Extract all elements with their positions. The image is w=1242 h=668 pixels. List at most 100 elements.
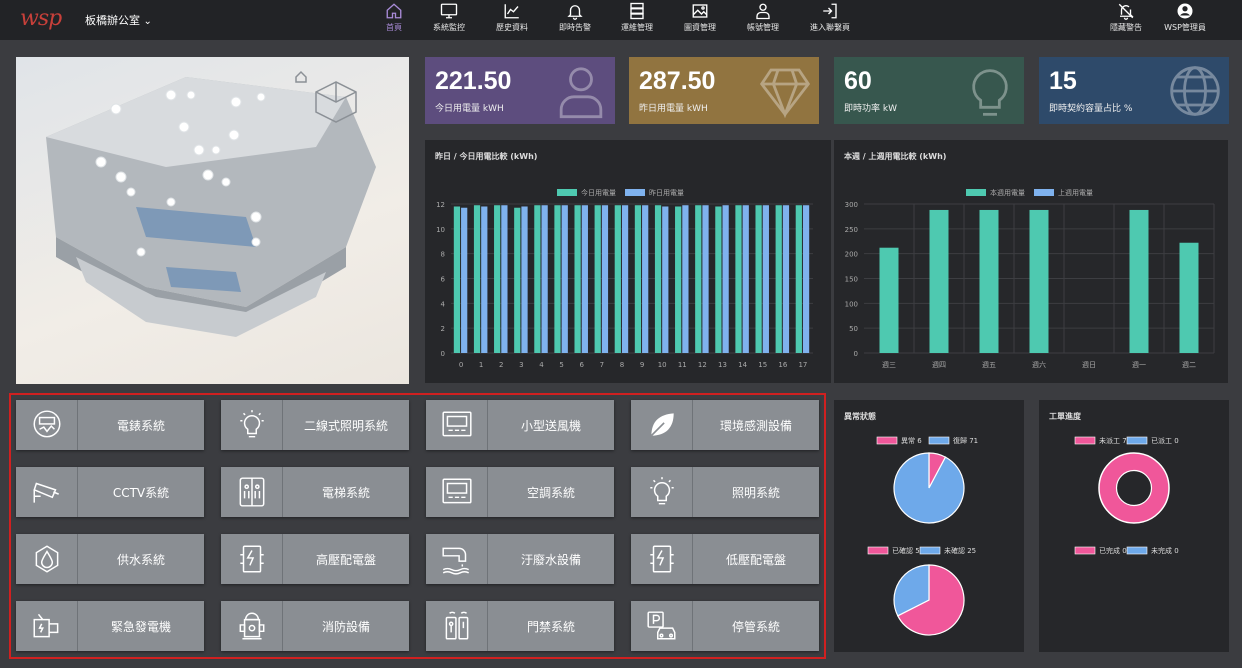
y-tick-label: 0: [441, 350, 445, 358]
legend-swatch: [1126, 546, 1148, 555]
nav-alarms[interactable]: 即時告警: [540, 2, 610, 38]
bar: [662, 206, 669, 353]
door-lock-icon: [445, 611, 468, 640]
nav-system-monitor[interactable]: 系統監控: [414, 2, 484, 38]
nav-label: 即時告警: [559, 23, 591, 32]
system-button-hvac[interactable]: 空調系統: [426, 467, 614, 517]
system-button-cctv[interactable]: CCTV系統: [16, 467, 204, 517]
wsp-logo[interactable]: wsp: [20, 6, 62, 31]
system-button-two-wire-lighting[interactable]: 二線式照明系統: [221, 400, 409, 450]
nav-maintenance[interactable]: 運維管理: [602, 2, 672, 38]
nav-history[interactable]: 歷史資料: [477, 2, 547, 38]
site-name: 板橋辦公室: [85, 14, 140, 27]
system-button-environment-sensor[interactable]: 環境感測設備: [631, 400, 819, 450]
nav-accounts[interactable]: 帳號管理: [728, 2, 798, 38]
system-button-water-supply[interactable]: 供水系統: [16, 534, 204, 584]
bulb-icon: [649, 477, 674, 505]
kpi-today-usage: 221.50 今日用電量 kWH: [425, 57, 615, 124]
system-label: 照明系統: [731, 485, 780, 500]
server-icon: [630, 2, 644, 20]
x-tick-label: 週三: [882, 360, 896, 369]
legend-swatch: [1074, 546, 1096, 555]
bar: [879, 247, 899, 353]
abnormal-status-chart: 異常 6 復歸 71 已確認 52 未確認 25: [867, 436, 978, 636]
system-label: 緊急發電機: [110, 619, 171, 634]
elevator-icon: [239, 477, 264, 507]
x-tick-label: 週日: [1082, 360, 1096, 369]
legend-swatch: [919, 546, 941, 555]
y-tick-label: 12: [436, 201, 445, 209]
bell-icon: [567, 5, 583, 20]
system-button-lighting[interactable]: 照明系統: [631, 467, 819, 517]
bar: [473, 205, 481, 353]
bar: [929, 209, 949, 353]
legend-swatch: [876, 436, 898, 445]
user-menu[interactable]: WSP管理員: [1150, 2, 1220, 38]
nav-label: 運維管理: [621, 23, 653, 32]
panel-icon: [649, 545, 674, 573]
bell-off-icon: [1118, 3, 1134, 20]
x-tick-label: 週四: [932, 360, 946, 369]
system-button-fire-protection[interactable]: 消防設備: [221, 601, 409, 651]
work-order-panel: 工單進度 未派工 77 已派工 0 已完成 0 未完成 0: [1039, 400, 1229, 652]
kpi-caption: 昨日用電量 kWH: [639, 104, 708, 114]
kpi-value: 221.50: [435, 67, 512, 95]
site-selector[interactable]: 板橋辦公室 ⌄: [85, 12, 152, 28]
x-tick-label: 12: [698, 361, 707, 369]
bar: [735, 205, 742, 353]
legend-label: 昨日用電量: [649, 188, 684, 197]
system-button-access-control[interactable]: 門禁系統: [426, 601, 614, 651]
globe-icon: [1170, 66, 1220, 116]
x-tick-label: 16: [778, 361, 787, 369]
system-button-high-voltage-panel[interactable]: 高壓配電盤: [221, 534, 409, 584]
daily-comparison-panel: 昨日 / 今日用電比較 (kWh) 0 2 4 6 8 10 12 0 1 2 3 4 5 6 7 8 9 10 1…: [425, 140, 831, 383]
system-label: 小型送風機: [520, 418, 581, 433]
nav-contact[interactable]: 進入聯繫頁: [795, 2, 865, 38]
system-grid: 電錶系統 二線式照明系統 小型送風機 環境感測設備 CCTV系統 電梯系統 空調…: [9, 393, 826, 659]
bar: [601, 205, 609, 353]
bar: [561, 205, 568, 353]
y-tick-label: 4: [441, 300, 446, 308]
panel-icon: [239, 545, 264, 573]
system-button-parking[interactable]: 停管系統: [631, 601, 819, 651]
system-button-wastewater[interactable]: 汙廢水設備: [426, 534, 614, 584]
bar: [581, 205, 588, 353]
hydrant-icon: [239, 612, 264, 640]
system-button-low-voltage-panel[interactable]: 低壓配電盤: [631, 534, 819, 584]
y-tick-label: 2: [441, 325, 445, 333]
system-label: 二線式照明系統: [303, 418, 388, 433]
generator-icon: [33, 613, 58, 638]
legend-swatch: [966, 189, 986, 196]
nav-label: 歷史資料: [496, 23, 528, 32]
bar: [979, 209, 999, 353]
system-button-meter[interactable]: 電錶系統: [16, 400, 204, 450]
x-tick-label: 5: [559, 361, 563, 369]
chevron-down-icon: ⌄: [143, 16, 152, 27]
bar: [722, 205, 729, 353]
nav-label: WSP管理員: [1164, 23, 1206, 32]
bar: [461, 207, 468, 353]
bar: [795, 205, 802, 353]
legend-label: 異常 6: [901, 436, 922, 445]
system-button-fan[interactable]: 小型送風機: [426, 400, 614, 450]
nav-images[interactable]: 圖資管理: [665, 2, 735, 38]
x-tick-label: 8: [620, 361, 624, 369]
enter-icon: [823, 3, 837, 19]
building-3d-view[interactable]: [16, 57, 409, 384]
bar: [715, 206, 722, 353]
bar: [494, 205, 501, 353]
system-button-emergency-generator[interactable]: 緊急發電機: [16, 601, 204, 651]
bar: [762, 205, 769, 353]
bar: [541, 205, 548, 353]
pipe-icon: [441, 547, 469, 575]
legend-label: 未完成 0: [1151, 546, 1179, 555]
nav-label: 帳號管理: [747, 23, 779, 32]
bar: [702, 205, 709, 353]
system-button-elevator[interactable]: 電梯系統: [221, 467, 409, 517]
legend-label: 今日用電量: [581, 188, 616, 197]
image-icon: [692, 4, 708, 18]
y-tick-label: 10: [436, 226, 445, 234]
x-tick-label: 1: [479, 361, 483, 369]
bar: [742, 205, 749, 353]
system-label: 電梯系統: [321, 485, 370, 500]
